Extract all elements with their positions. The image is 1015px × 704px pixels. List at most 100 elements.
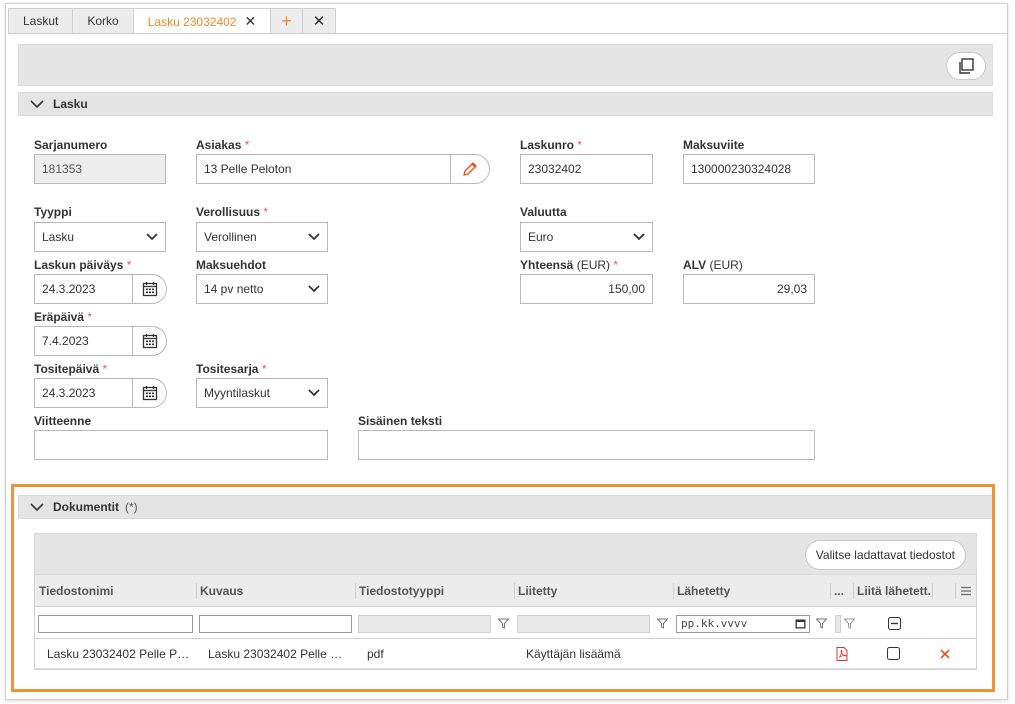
tyyppi-value: Lasku	[42, 230, 75, 244]
valuutta-select[interactable]: Euro	[520, 222, 653, 252]
filter-more-input	[835, 615, 841, 633]
upload-files-button[interactable]: Valitse ladattavat tiedostot	[804, 540, 966, 570]
filter-kuvaus-input[interactable]	[199, 615, 352, 633]
filter-liitetty-input	[517, 615, 650, 633]
pdf-icon[interactable]	[836, 647, 848, 661]
filter-tiedostonimi-input[interactable]	[38, 615, 193, 633]
laskun-paivays-field[interactable]: 24.3.2023	[34, 274, 133, 304]
laskun-paivays-calendar-button[interactable]	[133, 274, 167, 304]
documents-section-header[interactable]: Dokumentit (*)	[18, 495, 993, 519]
column-divider[interactable]	[932, 583, 933, 599]
maksuehdot-label: Maksuehdot	[196, 258, 267, 272]
calendar-icon	[142, 334, 157, 349]
tab-bar: Laskut Korko Lasku 23032402 ✕ + ✕	[8, 8, 337, 34]
chevron-down-icon	[308, 285, 320, 293]
tositesarja-select[interactable]: Myyntilaskut	[196, 378, 328, 408]
viitteenne-field[interactable]	[34, 430, 328, 460]
column-header-lahetetty[interactable]: Lähetetty	[673, 575, 828, 607]
maksuehdot-value: 14 pv netto	[204, 282, 264, 296]
column-header-kuvaus[interactable]: Kuvaus	[196, 575, 354, 607]
erapaiva-label: Eräpäivä *	[34, 310, 93, 324]
chevron-down-icon	[30, 503, 44, 512]
maksuehdot-select[interactable]: 14 pv netto	[196, 274, 328, 304]
viitteenne-label: Viitteenne	[34, 414, 92, 428]
documents-panel: Valitse ladattavat tiedostot Tiedostonim…	[34, 533, 977, 670]
cell-tiedostonimi: Lasku 23032402 Pelle Pelo...	[47, 647, 191, 661]
maksuviite-field[interactable]: 130000230324028	[683, 154, 815, 184]
sarjanumero-label: Sarjanumero	[34, 138, 108, 152]
funnel-icon[interactable]	[844, 618, 855, 629]
column-header-liitetty[interactable]: Liitetty	[514, 575, 672, 607]
asiakas-label: Asiakas *	[196, 138, 250, 152]
calendar-icon[interactable]	[795, 618, 806, 629]
asiakas-field[interactable]: 13 Pelle Peloton	[196, 154, 451, 184]
copy-button[interactable]	[946, 52, 986, 80]
sisainen-teksti-field[interactable]	[358, 430, 815, 460]
alv-field[interactable]: 29,03	[683, 274, 815, 304]
chevron-down-icon	[633, 233, 645, 241]
table-row[interactable]: Lasku 23032402 Pelle Pelo... Lasku 23032…	[35, 639, 976, 669]
column-header-more[interactable]: ...	[830, 575, 852, 607]
column-header-liita-lahetett[interactable]: Liitä lähetett...	[853, 575, 931, 607]
close-icon: ✕	[312, 13, 326, 30]
tositepaiva-calendar-button[interactable]	[133, 378, 167, 408]
chevron-down-icon	[308, 233, 320, 241]
column-divider[interactable]	[955, 583, 956, 599]
valuutta-value: Euro	[528, 230, 554, 244]
verollisuus-label: Verollisuus *	[196, 205, 269, 219]
laskun-paivays-label: Laskun päiväys *	[34, 258, 132, 272]
indeterminate-checkbox-icon[interactable]	[888, 617, 901, 630]
verollisuus-select[interactable]: Verollinen	[196, 222, 328, 252]
lasku-section-header[interactable]: Lasku	[18, 92, 993, 116]
funnel-icon[interactable]	[657, 618, 668, 629]
attach-checkbox[interactable]	[887, 647, 900, 660]
main-content: Lasku	[18, 44, 993, 116]
tab-korko[interactable]: Korko	[72, 8, 133, 34]
tab-label: Korko	[87, 14, 119, 28]
tab-divider	[8, 33, 1007, 34]
documents-toolbar: Valitse ladattavat tiedostot	[34, 533, 977, 575]
tyyppi-select[interactable]: Lasku	[34, 222, 166, 252]
tab-label: Laskut	[23, 14, 59, 28]
funnel-icon[interactable]	[816, 618, 827, 629]
tositesarja-value: Myyntilaskut	[204, 386, 271, 400]
add-tab-button[interactable]: +	[270, 8, 302, 34]
copy-icon	[959, 58, 974, 74]
plus-icon: +	[281, 11, 292, 31]
delete-icon[interactable]	[940, 649, 950, 659]
menu-icon[interactable]	[960, 585, 972, 597]
cell-kuvaus: Lasku 23032402 Pelle Pel...	[208, 647, 348, 661]
section-title: Lasku	[53, 97, 88, 111]
chevron-down-icon	[146, 233, 158, 241]
cell-liitetty: Käyttäjän lisäämä	[526, 647, 621, 661]
section-title: Dokumentit	[53, 500, 119, 514]
erapaiva-calendar-button[interactable]	[133, 326, 167, 356]
tab-lasku-23032402[interactable]: Lasku 23032402 ✕	[132, 8, 271, 34]
top-toolbar	[18, 44, 993, 86]
funnel-icon[interactable]	[498, 618, 509, 629]
yhteensa-field[interactable]: 150,00	[520, 274, 653, 304]
close-icon[interactable]: ✕	[244, 13, 256, 29]
grid-header: Tiedostonimi Kuvaus Tiedostotyyppi Liite…	[35, 575, 976, 607]
tositepaiva-label: Tositepäivä *	[34, 362, 108, 376]
tab-laskut[interactable]: Laskut	[8, 8, 73, 34]
laskunro-field[interactable]: 23032402	[520, 154, 653, 184]
filter-tiedostotyyppi-input	[358, 615, 491, 633]
column-header-tiedostotyyppi[interactable]: Tiedostotyyppi	[355, 575, 513, 607]
calendar-icon	[142, 386, 157, 401]
lasku-form: Sarjanumero 181353 Asiakas * 13 Pelle Pe…	[18, 116, 993, 476]
grid-filter-row: pp.kk.vvvv	[35, 607, 976, 639]
tyyppi-label: Tyyppi	[34, 205, 72, 219]
laskunro-label: Laskunro *	[520, 138, 583, 152]
sisainen-teksti-label: Sisäinen teksti	[358, 414, 443, 428]
erapaiva-field[interactable]: 7.4.2023	[34, 326, 133, 356]
edit-customer-button[interactable]	[450, 154, 490, 184]
close-all-tabs-button[interactable]: ✕	[301, 8, 337, 34]
tositepaiva-field[interactable]: 24.3.2023	[34, 378, 133, 408]
pencil-icon	[463, 162, 477, 176]
column-header-tiedostonimi[interactable]: Tiedostonimi	[35, 575, 195, 607]
yhteensa-label: Yhteensä (EUR) *	[520, 258, 619, 272]
calendar-icon	[142, 282, 157, 297]
verollisuus-value: Verollinen	[204, 230, 257, 244]
filter-lahetetty-date-input[interactable]: pp.kk.vvvv	[676, 615, 810, 633]
